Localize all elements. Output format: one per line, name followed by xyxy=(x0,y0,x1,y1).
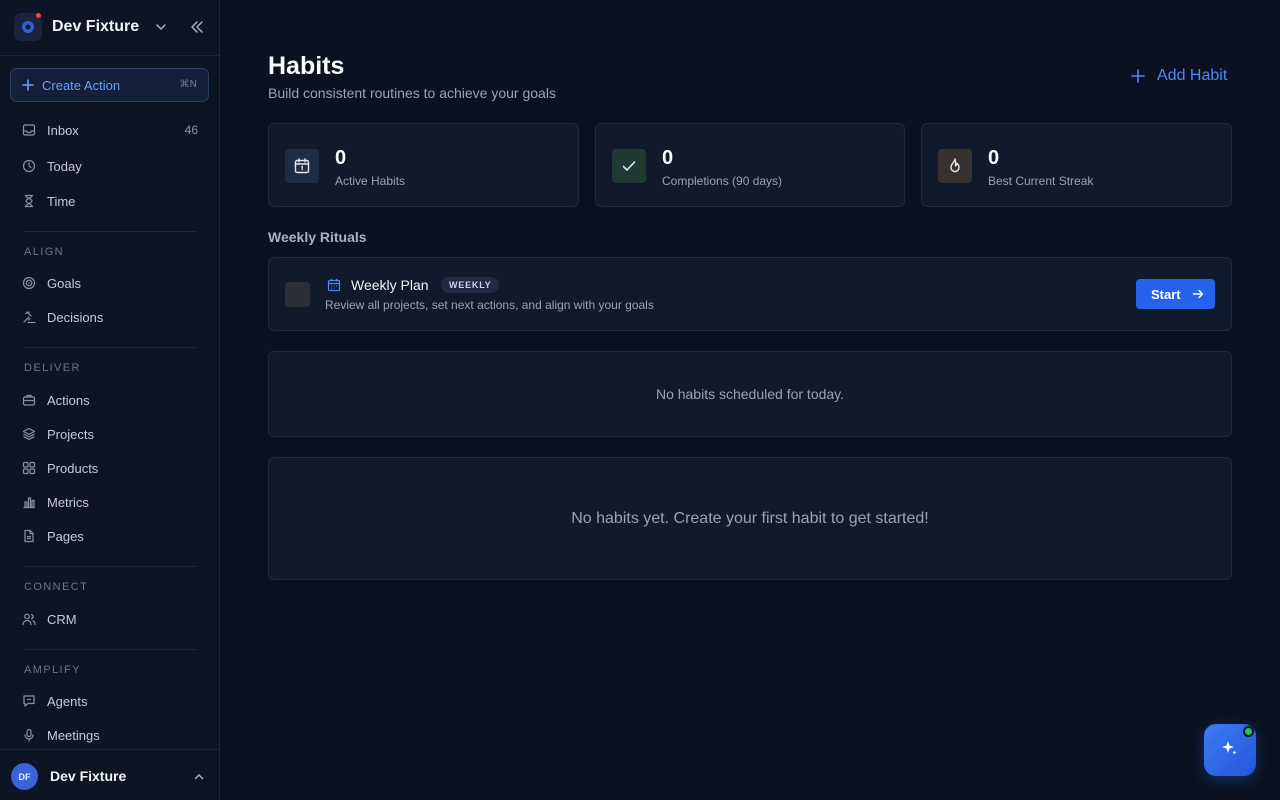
sidebar-item-label: Time xyxy=(47,193,76,209)
users-icon xyxy=(22,612,36,626)
workspace-logo[interactable] xyxy=(14,13,42,41)
sparkle-icon xyxy=(1220,738,1240,763)
chevron-up-icon[interactable] xyxy=(193,770,205,788)
sidebar-item-today[interactable]: Today xyxy=(10,151,209,181)
workspace-logo-icon xyxy=(22,21,34,33)
sidebar-item-meetings[interactable]: Meetings xyxy=(10,720,209,750)
page-title: Habits xyxy=(268,52,345,80)
calendar-icon xyxy=(285,149,319,183)
online-indicator xyxy=(1243,726,1254,737)
user-name: Dev Fixture xyxy=(50,768,127,784)
stat-card-completions: 0 Completions (90 days) xyxy=(595,123,905,207)
inbox-icon xyxy=(22,123,36,137)
stat-value: 0 xyxy=(335,147,347,169)
sidebar-item-label: CRM xyxy=(47,611,77,627)
section-label-connect: CONNECT xyxy=(24,581,89,593)
sidebar: Dev Fixture Create Action ⌘N Inbox 46 To… xyxy=(0,0,220,800)
sidebar-item-label: Meetings xyxy=(47,727,100,743)
section-label-align: ALIGN xyxy=(24,246,65,258)
sidebar-item-actions[interactable]: Actions xyxy=(10,385,209,415)
ai-assistant-button[interactable] xyxy=(1204,724,1256,776)
sidebar-item-label: Pages xyxy=(47,528,84,544)
sidebar-item-label: Decisions xyxy=(47,309,104,325)
ritual-frequency-badge: WEEKLY xyxy=(441,277,500,293)
collapse-sidebar-icon[interactable] xyxy=(189,19,205,40)
arrow-right-icon xyxy=(1192,288,1204,300)
document-icon xyxy=(22,529,36,543)
create-action-button[interactable]: Create Action ⌘N xyxy=(10,68,209,102)
sidebar-item-label: Products xyxy=(47,460,99,476)
plus-icon xyxy=(1130,68,1146,84)
stat-label: Best Current Streak xyxy=(988,174,1094,188)
chat-icon xyxy=(22,694,36,708)
sidebar-item-label: Agents xyxy=(47,693,88,709)
plus-icon xyxy=(22,79,34,91)
divider xyxy=(24,347,196,348)
stat-label: Active Habits xyxy=(335,174,406,188)
empty-habits-message: No habits yet. Create your first habit t… xyxy=(268,457,1232,580)
microphone-icon xyxy=(22,728,36,742)
sidebar-item-label: Projects xyxy=(47,426,94,442)
weekly-rituals-heading: Weekly Rituals xyxy=(268,229,367,245)
divider xyxy=(24,566,196,567)
divider xyxy=(24,649,196,650)
stat-value: 0 xyxy=(662,147,674,169)
ritual-checkbox[interactable] xyxy=(285,282,310,307)
sidebar-item-label: Goals xyxy=(47,275,81,291)
stat-card-best-streak: 0 Best Current Streak xyxy=(921,123,1232,207)
bar-chart-icon xyxy=(22,495,36,509)
create-action-shortcut: ⌘N xyxy=(179,79,197,90)
user-menu[interactable]: DF Dev Fixture xyxy=(0,749,219,800)
target-icon xyxy=(22,276,36,290)
empty-today-message: No habits scheduled for today. xyxy=(268,351,1232,437)
sidebar-item-inbox[interactable]: Inbox 46 xyxy=(10,115,209,145)
briefcase-icon xyxy=(22,393,36,407)
section-label-deliver: DELIVER xyxy=(24,362,81,374)
start-label: Start xyxy=(1151,286,1181,302)
divider xyxy=(24,231,196,232)
sidebar-item-agents[interactable]: Agents xyxy=(10,686,209,716)
calendar-icon xyxy=(327,278,341,297)
sidebar-item-goals[interactable]: Goals xyxy=(10,268,209,298)
notification-dot xyxy=(36,13,41,18)
sidebar-item-label: Actions xyxy=(47,392,90,408)
sidebar-item-label: Inbox xyxy=(47,122,79,138)
add-habit-button[interactable]: Add Habit xyxy=(1130,66,1227,86)
check-icon xyxy=(612,149,646,183)
sidebar-item-decisions[interactable]: Decisions xyxy=(10,302,209,332)
inbox-count: 46 xyxy=(184,123,198,137)
stat-value: 0 xyxy=(988,147,1000,169)
ritual-name: Weekly Plan xyxy=(351,277,429,293)
sidebar-item-pages[interactable]: Pages xyxy=(10,521,209,551)
page-subtitle: Build consistent routines to achieve you… xyxy=(268,85,556,101)
sidebar-item-label: Today xyxy=(47,158,82,174)
layers-icon xyxy=(22,427,36,441)
hourglass-icon xyxy=(22,194,36,208)
sidebar-item-products[interactable]: Products xyxy=(10,453,209,483)
stat-card-active-habits: 0 Active Habits xyxy=(268,123,579,207)
stat-label: Completions (90 days) xyxy=(662,174,783,188)
flame-icon xyxy=(938,149,972,183)
sidebar-item-projects[interactable]: Projects xyxy=(10,419,209,449)
sidebar-item-label: Metrics xyxy=(47,494,89,510)
gavel-icon xyxy=(22,310,36,324)
start-ritual-button[interactable]: Start xyxy=(1136,279,1215,309)
avatar: DF xyxy=(11,763,38,790)
workspace-name[interactable]: Dev Fixture xyxy=(52,18,139,36)
chevron-down-icon[interactable] xyxy=(154,20,168,39)
ritual-card-weekly-plan: Weekly Plan WEEKLY Review all projects, … xyxy=(268,257,1232,331)
section-label-amplify: AMPLIFY xyxy=(24,664,81,676)
create-action-label: Create Action xyxy=(42,77,121,93)
workspace-header: Dev Fixture xyxy=(0,0,219,56)
grid-icon xyxy=(22,461,36,475)
add-habit-label: Add Habit xyxy=(1157,67,1228,84)
sidebar-item-metrics[interactable]: Metrics xyxy=(10,487,209,517)
sidebar-item-time[interactable]: Time xyxy=(10,186,209,216)
ritual-description: Review all projects, set next actions, a… xyxy=(325,298,654,312)
clock-icon xyxy=(22,159,36,173)
sidebar-item-crm[interactable]: CRM xyxy=(10,604,209,634)
